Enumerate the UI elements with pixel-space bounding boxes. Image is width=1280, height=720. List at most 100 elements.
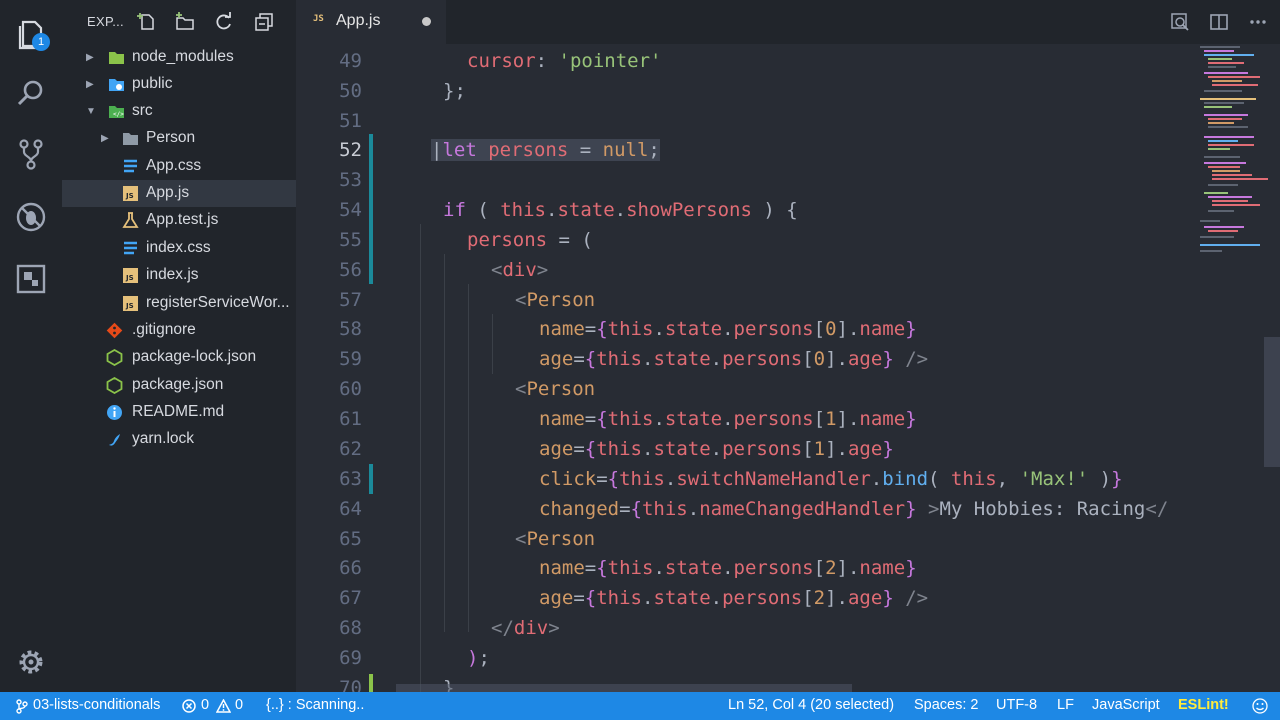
explorer-header: EXP... xyxy=(62,0,296,44)
tree-item-register-service-worker[interactable]: JS registerServiceWor... xyxy=(62,290,296,317)
line-number: 70 xyxy=(339,677,362,692)
tree-item-label: registerServiceWor... xyxy=(146,294,290,311)
code-line: name={this.state.persons[1].name} xyxy=(539,408,917,430)
line-number: 55 xyxy=(339,229,362,251)
gutter-modified-marker xyxy=(369,134,373,284)
explorer-sidebar: EXP... ▶ node_modules ▶ public ▼ </> src xyxy=(62,0,296,692)
tree-item-gitignore[interactable]: .gitignore xyxy=(62,317,296,344)
code-line: cursor: 'pointer' xyxy=(467,50,662,72)
tree-item-label: Person xyxy=(146,129,196,146)
css-file-icon xyxy=(124,241,137,255)
editor-tab-bar: JS App.js xyxy=(296,0,1280,44)
split-editor-icon[interactable] xyxy=(1209,12,1229,32)
line-number: 53 xyxy=(339,169,362,191)
tree-item-src[interactable]: ▼ </> src xyxy=(62,98,296,125)
tree-item-node-modules[interactable]: ▶ node_modules xyxy=(62,44,296,71)
line-number: 58 xyxy=(339,318,362,340)
refresh-icon[interactable] xyxy=(214,12,234,32)
horizontal-scrollbar[interactable] xyxy=(396,684,852,692)
tree-item-app-js[interactable]: JS App.js xyxy=(62,180,296,207)
tree-item-label: .gitignore xyxy=(132,321,196,338)
line-number: 65 xyxy=(339,528,362,550)
js-file-icon: JS xyxy=(123,186,138,201)
explorer-badge: 1 xyxy=(32,33,50,51)
tree-item-label: README.md xyxy=(132,403,225,420)
feedback-smiley-icon[interactable] xyxy=(1252,698,1268,714)
eslint-status[interactable]: ESLint! xyxy=(1178,697,1229,713)
folder-icon xyxy=(109,52,124,64)
encoding[interactable]: UTF-8 xyxy=(996,697,1037,713)
git-icon xyxy=(106,322,123,339)
line-number: 68 xyxy=(339,617,362,639)
status-bar: 03-lists-conditionals 0 0 {..} : Scannin… xyxy=(0,692,1280,720)
open-preview-icon[interactable] xyxy=(1170,12,1190,32)
extensions-icon[interactable] xyxy=(14,262,48,296)
line-number: 50 xyxy=(339,80,362,102)
tree-item-label: yarn.lock xyxy=(132,430,195,447)
code-line: changed={this.nameChangedHandler} >My Ho… xyxy=(539,498,1169,520)
indent-guide xyxy=(444,254,445,632)
line-number: 64 xyxy=(339,498,362,520)
tree-item-readme-md[interactable]: README.md xyxy=(62,399,296,426)
source-control-icon[interactable] xyxy=(14,137,48,171)
code-editor[interactable]: 49 50 51 52 53 54 55 56 57 58 59 60 61 6… xyxy=(296,44,1196,692)
tree-item-label: App.js xyxy=(146,184,190,201)
git-branch[interactable]: 03-lists-conditionals xyxy=(33,697,160,713)
chevron-right-icon: ▶ xyxy=(86,52,94,63)
scanning-status[interactable]: {..} : Scanning.. xyxy=(266,697,364,713)
collapse-all-icon[interactable] xyxy=(254,12,274,32)
debug-icon[interactable] xyxy=(14,200,48,234)
line-number: 49 xyxy=(339,50,362,72)
tree-item-person[interactable]: ▶ Person xyxy=(62,125,296,152)
tree-item-index-js[interactable]: JS index.js xyxy=(62,262,296,289)
code-line: age={this.state.persons[1].age} xyxy=(539,438,894,460)
vertical-scrollbar-thumb[interactable] xyxy=(1264,337,1280,467)
more-actions-icon[interactable] xyxy=(1248,12,1268,32)
line-number: 59 xyxy=(339,348,362,370)
line-number: 69 xyxy=(339,647,362,669)
svg-text:JS: JS xyxy=(125,302,134,310)
line-ending[interactable]: LF xyxy=(1057,697,1074,713)
code-line: <Person xyxy=(515,289,596,311)
settings-gear-icon[interactable] xyxy=(14,645,48,679)
line-number: 63 xyxy=(339,468,362,490)
folder-open-icon: </> xyxy=(109,106,124,118)
line-number: 62 xyxy=(339,438,362,460)
svg-text:JS: JS xyxy=(125,274,134,282)
language-mode[interactable]: JavaScript xyxy=(1092,697,1160,713)
tree-item-app-css[interactable]: App.css xyxy=(62,153,296,180)
code-line: name={this.state.persons[0].name} xyxy=(539,318,917,340)
code-line: click={this.switchNameHandler.bind( this… xyxy=(539,468,1123,490)
line-number: 60 xyxy=(339,378,362,400)
cursor-position[interactable]: Ln 52, Col 4 (20 selected) xyxy=(728,697,894,713)
info-icon xyxy=(107,405,122,420)
line-number: 56 xyxy=(339,259,362,281)
warning-count[interactable]: 0 xyxy=(235,697,243,713)
js-file-icon: JS xyxy=(123,296,138,311)
tree-item-app-test-js[interactable]: App.test.js xyxy=(62,207,296,234)
tab-app-js[interactable]: JS App.js xyxy=(296,0,446,44)
git-branch-icon xyxy=(16,699,28,714)
tree-item-yarn-lock[interactable]: yarn.lock xyxy=(62,426,296,453)
line-number: 52 xyxy=(339,139,362,161)
tree-item-index-css[interactable]: index.css xyxy=(62,235,296,262)
unsaved-dot-icon[interactable] xyxy=(422,17,431,26)
svg-text:</>: </> xyxy=(113,111,124,118)
tree-item-package-lock-json[interactable]: package-lock.json xyxy=(62,344,296,371)
new-file-icon[interactable] xyxy=(137,12,157,32)
error-count[interactable]: 0 xyxy=(201,697,209,713)
tree-item-public[interactable]: ▶ public xyxy=(62,71,296,98)
tree-item-package-json[interactable]: package.json xyxy=(62,372,296,399)
tree-item-label: package.json xyxy=(132,376,224,393)
tree-item-label: src xyxy=(132,102,153,119)
tab-label: App.js xyxy=(336,12,381,29)
indent-guide xyxy=(492,314,493,374)
code-line: </div> xyxy=(491,617,560,639)
code-line: age={this.state.persons[2].age} /> xyxy=(539,587,929,609)
folder-icon xyxy=(109,79,124,91)
indentation[interactable]: Spaces: 2 xyxy=(914,697,979,713)
search-icon[interactable] xyxy=(14,76,48,110)
chevron-right-icon: ▶ xyxy=(86,79,94,90)
new-folder-icon[interactable] xyxy=(175,12,195,32)
code-line: }; xyxy=(443,80,466,102)
